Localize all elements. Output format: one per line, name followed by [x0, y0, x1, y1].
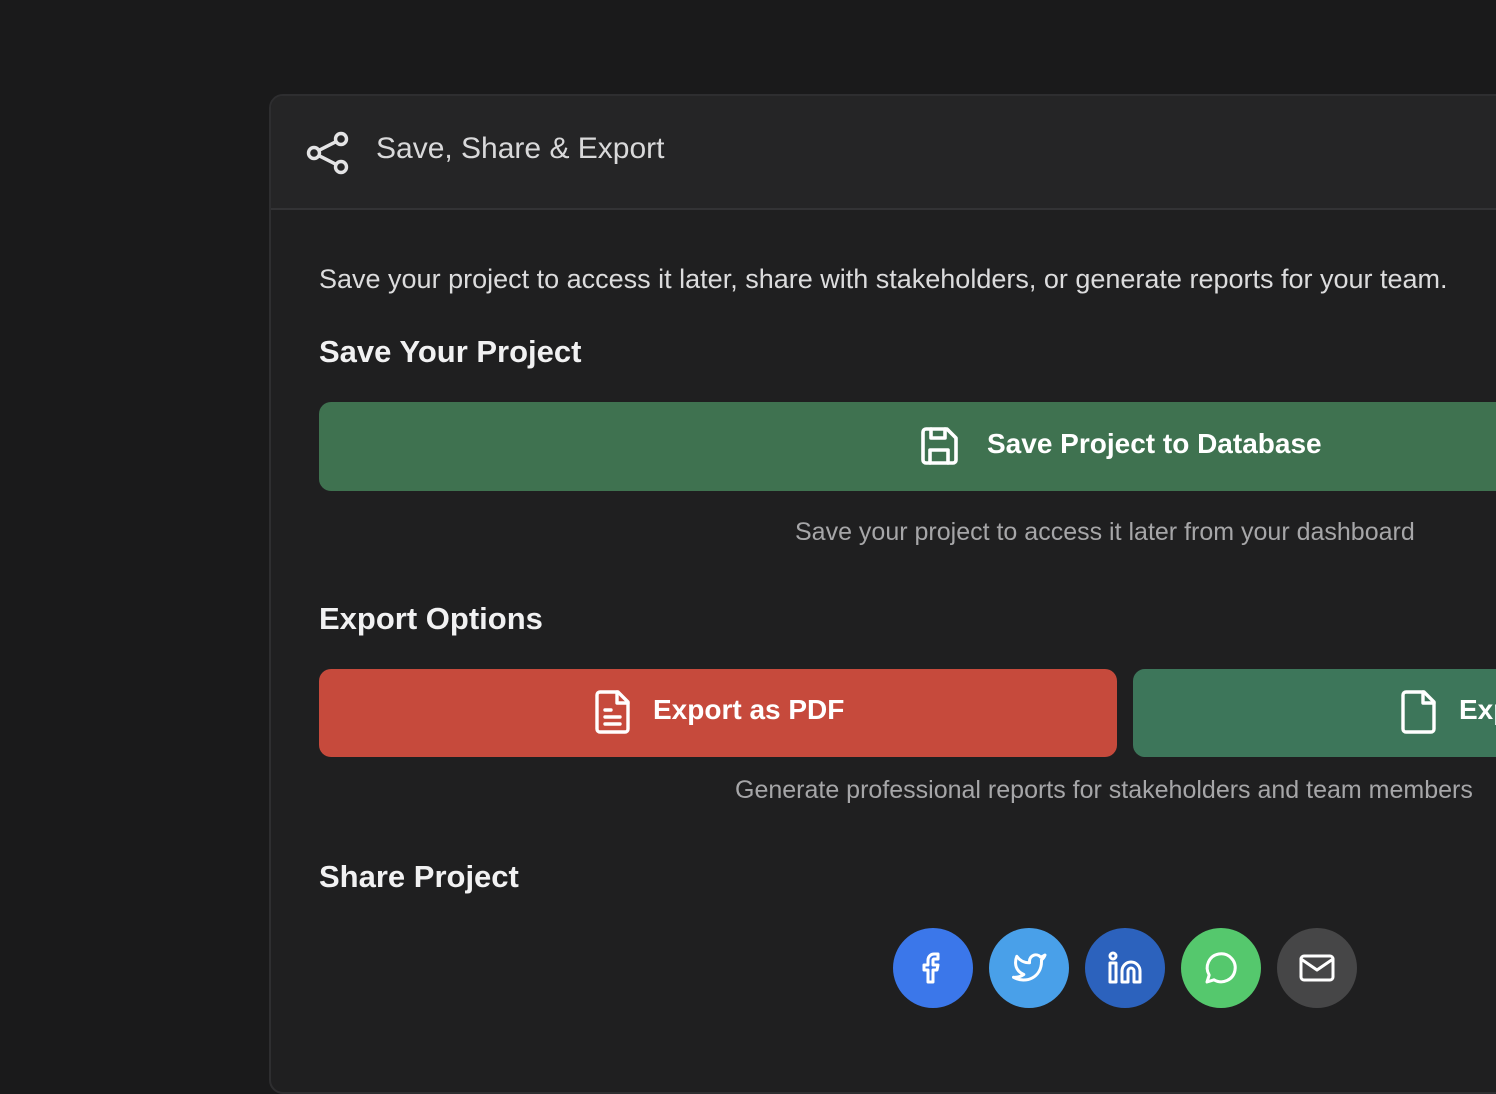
file-text-icon	[595, 690, 630, 734]
share-twitter-button[interactable]	[989, 928, 1069, 1008]
export-section-title: Export Options	[319, 601, 543, 636]
file-icon	[1401, 690, 1436, 734]
export-hint: Generate professional reports for stakeh…	[735, 776, 1473, 804]
save-project-button[interactable]: Save Project to Database	[319, 402, 1496, 491]
export-pdf-label: Export as PDF	[653, 694, 845, 725]
email-icon	[1299, 954, 1335, 982]
share-linkedin-button[interactable]	[1085, 928, 1165, 1008]
panel-header: Save, Share & Export	[271, 96, 1496, 210]
share-email-button[interactable]	[1277, 928, 1357, 1008]
export-secondary-button[interactable]: Export	[1133, 669, 1496, 757]
linkedin-icon	[1108, 951, 1142, 984]
save-hint: Save your project to access it later fro…	[795, 518, 1415, 546]
export-pdf-button[interactable]: Export as PDF	[319, 669, 1117, 757]
whatsapp-icon	[1205, 952, 1237, 984]
share-facebook-button[interactable]	[893, 928, 973, 1008]
export-secondary-label: Export	[1459, 694, 1496, 725]
save-project-label: Save Project to Database	[987, 428, 1322, 459]
share-icon	[306, 131, 349, 175]
save-icon	[921, 427, 958, 465]
save-section-title: Save Your Project	[319, 334, 582, 369]
twitter-icon	[1012, 953, 1047, 982]
share-whatsapp-button[interactable]	[1181, 928, 1261, 1008]
share-section-title: Share Project	[319, 859, 519, 894]
intro-text: Save your project to access it later, sh…	[319, 264, 1448, 294]
panel-title: Save, Share & Export	[376, 132, 665, 165]
facebook-icon	[922, 952, 940, 984]
share-export-panel: Save, Share & Export Save your project t…	[269, 94, 1496, 1094]
